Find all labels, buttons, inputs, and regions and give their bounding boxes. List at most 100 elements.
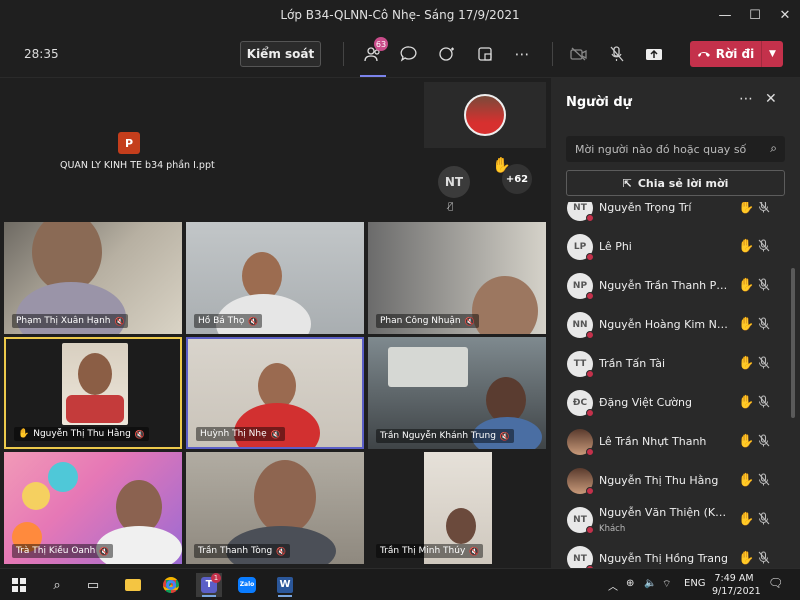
mic-off-icon: 🔇 bbox=[469, 546, 480, 556]
maximize-button[interactable]: ☐ bbox=[740, 0, 770, 30]
participant-label: Hồ Bá Thọ 🔇 bbox=[194, 314, 263, 328]
powerpoint-icon: P bbox=[118, 132, 140, 154]
share-invite-button[interactable]: ⇱ Chia sẻ lời mời bbox=[566, 170, 785, 196]
phone-hangup-icon bbox=[697, 47, 711, 61]
participant-row[interactable]: LP Lê Phi ✋ bbox=[551, 227, 788, 266]
speaker-muted-icon[interactable]: 🔈 bbox=[644, 578, 656, 589]
panel-title: Người dự bbox=[566, 95, 632, 110]
shared-presentation[interactable]: P QUAN LY KINH TE b34 phần I.ppt bbox=[60, 132, 215, 171]
participant-name: Nguyễn Văn Thiện (Khách) bbox=[599, 506, 731, 519]
participant-name: Đặng Việt Cường bbox=[599, 396, 692, 409]
raise-hand-icon: ✋ bbox=[738, 202, 755, 215]
control-button[interactable]: Kiểm soát bbox=[240, 41, 321, 67]
avatar-initials: NT bbox=[573, 514, 587, 525]
windows-start-icon[interactable] bbox=[6, 573, 32, 597]
avatar-initials: NT bbox=[573, 202, 587, 213]
mic-off-icon bbox=[758, 433, 770, 450]
avatar bbox=[567, 467, 594, 495]
participant-row[interactable]: ĐC Đặng Việt Cường ✋ bbox=[551, 383, 788, 422]
file-explorer-icon[interactable] bbox=[120, 573, 146, 597]
participant-label: Trần Thị Minh Thúy 🔇 bbox=[376, 544, 484, 558]
more-options-icon[interactable]: ⋯ bbox=[511, 43, 533, 65]
tray-chevron-icon[interactable]: ︿ bbox=[608, 578, 618, 593]
share-icon: ⇱ bbox=[622, 176, 632, 190]
participant-row[interactable]: TT Trần Tấn Tài ✋ bbox=[551, 344, 788, 383]
network-icon[interactable]: ⊕ bbox=[626, 578, 634, 589]
mic-off-icon bbox=[758, 238, 770, 255]
notifications-icon[interactable]: 🗨 bbox=[768, 576, 783, 590]
avatar: ĐC bbox=[567, 389, 594, 417]
title-bar: Lớp B34-QLNN-Cô Nhẹ- Sáng 17/9/2021 bbox=[0, 0, 800, 30]
participant-row[interactable]: NT Nguyễn Trọng Trí ✋ bbox=[551, 202, 788, 227]
reactions-icon[interactable] bbox=[437, 43, 459, 65]
participant-row[interactable]: NT Nguyễn Thị Hồng Trang ✋ bbox=[551, 539, 788, 568]
self-view[interactable] bbox=[424, 82, 546, 148]
video-tile[interactable]: Phan Công Nhuận 🔇 bbox=[368, 222, 546, 334]
chrome-icon[interactable] bbox=[158, 573, 184, 597]
zalo-icon[interactable]: Zalo bbox=[234, 573, 260, 597]
video-tile[interactable]: Trần Nguyễn Khánh Trung 🔇 bbox=[368, 337, 546, 449]
input-language[interactable]: ENG bbox=[684, 578, 706, 589]
mic-off-icon[interactable] bbox=[606, 43, 628, 65]
participants-panel: Người dự ⋯ ✕ Mời người nào đó hoặc quay … bbox=[551, 78, 800, 568]
mic-off-icon bbox=[758, 511, 770, 528]
panel-close-icon[interactable]: ✕ bbox=[765, 91, 777, 107]
avatar-initials: NN bbox=[572, 319, 588, 330]
panel-scrollbar[interactable] bbox=[791, 268, 795, 418]
leave-label: Rời đi bbox=[715, 47, 755, 61]
participant-role: Khách bbox=[599, 524, 626, 534]
status-dot bbox=[586, 291, 594, 300]
participant-avatar[interactable]: NT bbox=[438, 166, 470, 198]
participant-name: Nguyễn Trần Thanh Phươ... bbox=[599, 279, 731, 292]
video-tile[interactable]: Hồ Bá Thọ 🔇 bbox=[186, 222, 364, 334]
mic-off-icon: 🔇 bbox=[114, 316, 125, 326]
participant-name: Nguyễn Trọng Trí bbox=[599, 202, 692, 214]
word-icon[interactable]: W bbox=[272, 573, 298, 597]
participant-row[interactable]: NP Nguyễn Trần Thanh Phươ... ✋ bbox=[551, 266, 788, 305]
avatar: TT bbox=[567, 350, 594, 378]
minimize-button[interactable]: — bbox=[710, 0, 740, 30]
mic-off-icon: 🔇 bbox=[248, 316, 259, 326]
task-view-icon[interactable]: ▭ bbox=[80, 573, 106, 597]
shared-file-name: QUAN LY KINH TE b34 phần I.ppt bbox=[60, 160, 215, 171]
mic-off-icon: 🔇 bbox=[499, 431, 510, 441]
leave-options-chevron-icon[interactable]: ▼ bbox=[761, 41, 783, 67]
video-tile[interactable]: Trà Thị Kiều Oanh 🔇 bbox=[4, 452, 182, 564]
video-tile-speaking[interactable]: Huỳnh Thị Nhẹ 🔇 bbox=[186, 337, 364, 449]
participant-label: Phạm Thị Xuân Hạnh 🔇 bbox=[12, 314, 129, 328]
mic-off-icon bbox=[758, 550, 770, 567]
video-tile[interactable]: Phạm Thị Xuân Hạnh 🔇 bbox=[4, 222, 182, 334]
mic-off-icon bbox=[758, 316, 770, 333]
avatar: NT bbox=[567, 202, 594, 222]
breakout-rooms-icon[interactable] bbox=[474, 43, 496, 65]
invite-search-input[interactable]: Mời người nào đó hoặc quay số ⌕ bbox=[566, 136, 785, 162]
close-button[interactable]: ✕ bbox=[770, 0, 800, 30]
panel-more-icon[interactable]: ⋯ bbox=[739, 91, 753, 107]
participant-row[interactable]: Lê Trần Nhựt Thanh ✋ bbox=[551, 422, 788, 461]
search-icon[interactable]: ⌕ bbox=[770, 141, 777, 156]
video-tile[interactable]: Trần Thanh Tòng 🔇 bbox=[186, 452, 364, 564]
status-dot bbox=[586, 447, 594, 456]
avatar-initials: NP bbox=[572, 280, 588, 291]
share-invite-label: Chia sẻ lời mời bbox=[637, 176, 729, 190]
participant-name: Lê Trần Nhựt Thanh bbox=[599, 435, 707, 448]
mic-off-icon bbox=[758, 277, 770, 294]
leave-main[interactable]: Rời đi bbox=[690, 47, 761, 61]
participant-row[interactable]: Nguyễn Thị Thu Hằng ✋ bbox=[551, 461, 788, 500]
system-clock[interactable]: 7:49 AM 9/17/2021 bbox=[712, 572, 761, 598]
search-icon[interactable]: ⌕ bbox=[44, 573, 70, 597]
leave-button[interactable]: Rời đi ▼ bbox=[690, 41, 783, 67]
teams-icon[interactable]: T 1 bbox=[196, 573, 222, 597]
avatar: NP bbox=[567, 272, 594, 300]
overflow-participants[interactable]: +62 bbox=[502, 164, 532, 194]
raise-hand-icon: ✋ bbox=[738, 356, 755, 371]
video-tile[interactable]: Trần Thị Minh Thúy 🔇 bbox=[368, 452, 546, 564]
chat-icon[interactable] bbox=[398, 43, 420, 65]
participant-row[interactable]: NN Nguyễn Hoàng Kim Ngân ✋ bbox=[551, 305, 788, 344]
camera-off-icon[interactable] bbox=[568, 43, 590, 65]
video-tile-selected[interactable]: ✋ Nguyễn Thị Thu Hằng 🔇 bbox=[4, 337, 182, 449]
participant-row[interactable]: NT Nguyễn Văn Thiện (Khách) Khách ✋ bbox=[551, 500, 788, 539]
participant-name: Lê Phi bbox=[599, 240, 632, 253]
share-screen-icon[interactable] bbox=[643, 43, 665, 65]
wifi-icon[interactable]: ⌔ bbox=[662, 578, 671, 591]
